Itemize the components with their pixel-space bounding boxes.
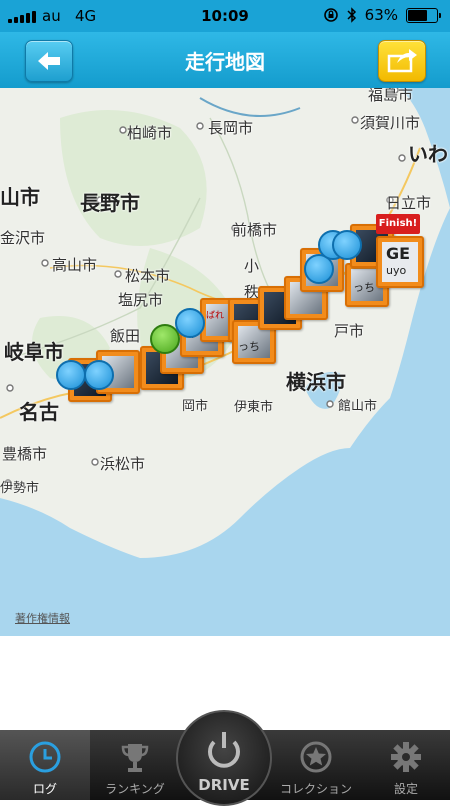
map-label-maebashi: 前橋市 <box>232 221 278 239</box>
tab-label: コレクション <box>279 782 352 796</box>
rotation-lock-icon <box>323 8 338 22</box>
drive-button[interactable]: DRIVE <box>176 710 272 806</box>
route-map[interactable]: 福島市 柏崎市 長岡市 須賀川市 いわき 山市 長野市 日立市 金沢市 前橋市 … <box>0 88 450 636</box>
map-label-ito: 伊東市 <box>234 400 274 415</box>
tab-ranking[interactable]: ランキング <box>90 730 180 800</box>
map-label-fukushima: 福島市 <box>368 88 414 104</box>
map-label-hamamatsu: 浜松市 <box>100 455 146 473</box>
map-label-iwaki: いわき <box>408 142 450 166</box>
clock-icon <box>29 741 61 773</box>
pin-caption: っち <box>238 340 260 353</box>
photo-pin[interactable]: GE uyo <box>376 236 424 288</box>
map-label-toyohashi: 豊橋市 <box>2 445 48 463</box>
map-label-toyama: 山市 <box>0 185 40 209</box>
pin-caption: ばれ <box>206 311 225 321</box>
pin-caption: っち <box>353 281 375 294</box>
map-label-matsumoto: 松本市 <box>125 267 171 285</box>
share-button[interactable] <box>378 40 426 82</box>
map-label-gifu: 岐阜市 <box>4 340 64 364</box>
map-label-nagoya: 名古 <box>19 400 59 424</box>
tab-log[interactable]: ログ <box>0 730 90 800</box>
map-label-okazaki: 岡市 <box>182 399 209 414</box>
tab-label: ログ <box>32 782 57 796</box>
map-label-ko: 小 <box>244 257 260 275</box>
map-label-kanazawa: 金沢市 <box>0 229 46 247</box>
collection-badge[interactable] <box>84 360 114 390</box>
map-label-tateyama: 館山市 <box>338 399 378 414</box>
map-label-hitachi: 日立市 <box>386 194 432 212</box>
map-label-takayama: 高山市 <box>52 256 98 274</box>
battery-icon <box>406 7 441 23</box>
power-icon <box>208 732 240 768</box>
gear-icon <box>391 742 421 772</box>
map-label-shiojiri: 塩尻市 <box>118 291 164 309</box>
battery-percent: 63% <box>364 6 398 24</box>
copyright-link[interactable]: 著作権情報 <box>15 610 70 626</box>
trophy-icon <box>121 744 149 772</box>
tab-settings[interactable]: 設定 <box>362 730 450 800</box>
map-label-yokohama: 横浜市 <box>286 370 346 394</box>
map-label-kashiwazaki: 柏崎市 <box>127 124 173 142</box>
tab-collection[interactable]: コレクション <box>270 730 362 800</box>
header-bar: 走行地図 <box>0 32 450 88</box>
bluetooth-icon <box>347 7 356 23</box>
tab-label: 設定 <box>393 782 418 796</box>
map-label-iida: 飯田 <box>110 327 141 345</box>
drive-label: DRIVE <box>198 776 250 794</box>
pin-caption: GE <box>386 244 411 263</box>
share-icon <box>387 49 417 73</box>
status-bar: au 4G 10:09 63% <box>0 0 450 32</box>
collection-badge[interactable] <box>175 308 205 338</box>
start-badge[interactable] <box>56 360 86 390</box>
star-icon <box>300 741 332 773</box>
map-label-chiba: 戸市 <box>334 322 365 340</box>
map-label-nagano: 長野市 <box>80 191 140 215</box>
pin-caption: uyo <box>386 264 407 277</box>
map-label-ise: 伊勢市 <box>0 481 40 496</box>
finish-flag[interactable]: Finish! <box>376 214 420 234</box>
tab-label: ランキング <box>105 782 165 796</box>
map-label-nagaoka: 長岡市 <box>208 119 254 137</box>
map-label-sukagawa: 須賀川市 <box>360 114 421 132</box>
collection-badge[interactable] <box>332 230 362 260</box>
